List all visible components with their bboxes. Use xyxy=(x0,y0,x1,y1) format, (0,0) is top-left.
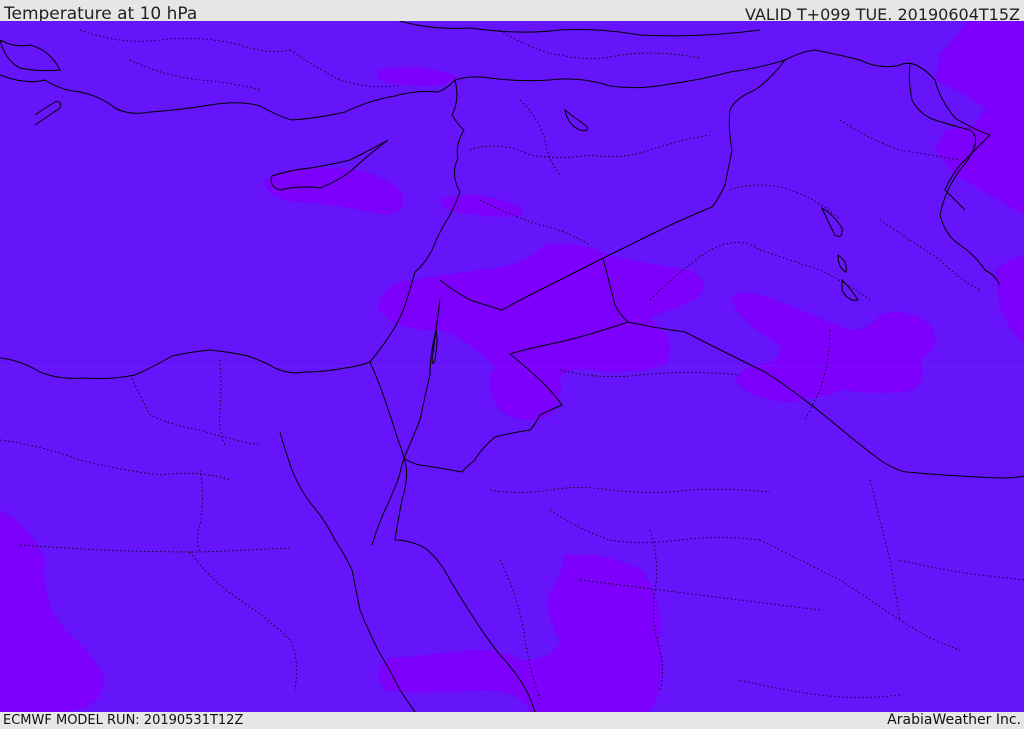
credit-label: ArabiaWeather Inc. xyxy=(887,712,1021,728)
header-bar: Temperature at 10 hPa VALID T+099 TUE. 2… xyxy=(0,0,1024,24)
map-canvas xyxy=(0,21,1024,712)
model-run-label: ECMWF MODEL RUN: 20190531T12Z xyxy=(3,713,244,728)
weather-map[interactable] xyxy=(0,21,1024,712)
footer-bar: ECMWF MODEL RUN: 20190531T12Z ArabiaWeat… xyxy=(0,712,1024,729)
